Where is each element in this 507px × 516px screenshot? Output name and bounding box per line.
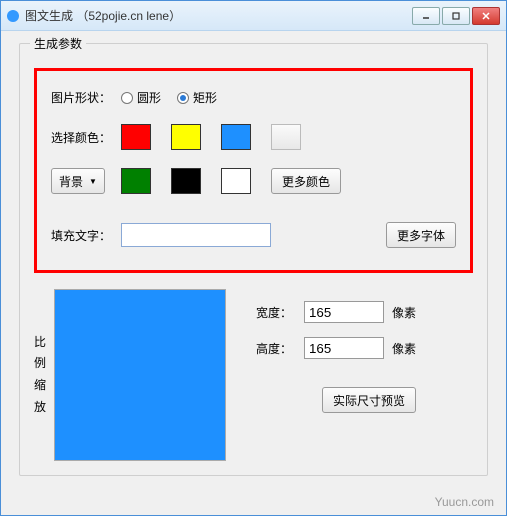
chevron-down-icon: ▼ (89, 177, 97, 186)
color-swatch-white[interactable] (221, 168, 251, 194)
color-swatch-red[interactable] (121, 124, 151, 150)
maximize-button[interactable] (442, 7, 470, 25)
scale-label: 比 例 缩 放 (34, 289, 46, 461)
radio-icon (121, 92, 133, 104)
color-swatch-blue[interactable] (221, 124, 251, 150)
color-row-2: 背景 ▼ 更多颜色 (51, 168, 456, 194)
window-title: 图文生成 （52pojie.cn lene） (25, 7, 412, 24)
params-groupbox: 生成参数 图片形状： 圆形 矩形 选择颜色： (19, 43, 488, 476)
titlebar[interactable]: 图文生成 （52pojie.cn lene） (1, 1, 506, 31)
height-unit: 像素 (392, 340, 416, 357)
fill-text-label: 填充文字： (51, 227, 121, 244)
close-button[interactable] (472, 7, 500, 25)
color-swatch-green[interactable] (121, 168, 151, 194)
preview-canvas[interactable] (54, 289, 226, 461)
width-input[interactable] (304, 301, 384, 323)
height-label: 高度： (256, 340, 304, 357)
radio-icon (177, 92, 189, 104)
more-fonts-button[interactable]: 更多字体 (386, 222, 456, 248)
radio-circle-label: 圆形 (137, 89, 161, 106)
color-swatch-blank[interactable] (271, 124, 301, 150)
preview-section: 比 例 缩 放 宽度： 像素 高度： 像素 (34, 289, 473, 461)
watermark: Yuucn.com (435, 495, 494, 509)
height-input[interactable] (304, 337, 384, 359)
height-row: 高度： 像素 (256, 337, 416, 359)
width-label: 宽度： (256, 304, 304, 321)
color-label: 选择颜色： (51, 129, 121, 146)
color-swatch-black[interactable] (171, 168, 201, 194)
more-colors-button[interactable]: 更多颜色 (271, 168, 341, 194)
color-row-1: 选择颜色： (51, 124, 456, 150)
app-icon (7, 10, 19, 22)
dimension-controls: 宽度： 像素 高度： 像素 实际尺寸预览 (256, 289, 416, 461)
shape-label: 图片形状： (51, 89, 121, 106)
color-swatch-yellow[interactable] (171, 124, 201, 150)
radio-rect-label: 矩形 (193, 89, 217, 106)
background-dropdown[interactable]: 背景 ▼ (51, 168, 105, 194)
groupbox-legend: 生成参数 (30, 35, 86, 52)
highlight-frame: 图片形状： 圆形 矩形 选择颜色： (34, 68, 473, 273)
client-area: 生成参数 图片形状： 圆形 矩形 选择颜色： (1, 31, 506, 515)
width-row: 宽度： 像素 (256, 301, 416, 323)
window-controls (412, 7, 500, 25)
actual-size-preview-button[interactable]: 实际尺寸预览 (322, 387, 416, 413)
width-unit: 像素 (392, 304, 416, 321)
radio-rect[interactable]: 矩形 (177, 89, 217, 106)
fill-text-input[interactable] (121, 223, 271, 247)
shape-row: 图片形状： 圆形 矩形 (51, 89, 456, 106)
radio-circle[interactable]: 圆形 (121, 89, 161, 106)
text-row: 填充文字： 更多字体 (51, 222, 456, 248)
main-window: 图文生成 （52pojie.cn lene） 生成参数 图片形状： 圆形 矩形 (0, 0, 507, 516)
background-dropdown-label: 背景 (59, 173, 83, 190)
minimize-button[interactable] (412, 7, 440, 25)
